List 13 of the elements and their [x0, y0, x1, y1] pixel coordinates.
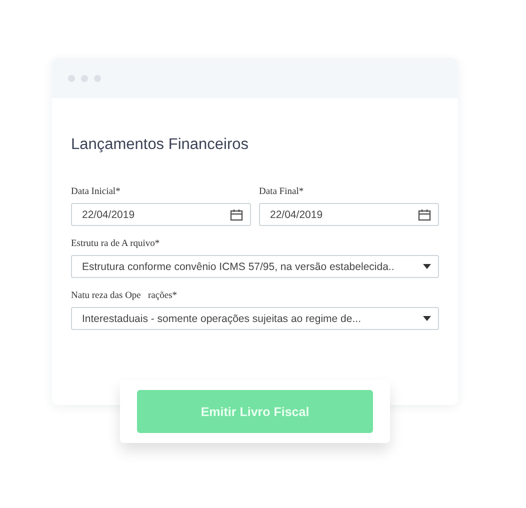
calendar-icon[interactable]: [418, 208, 431, 220]
date-field[interactable]: 22/04/2019: [71, 203, 251, 226]
caret-icon[interactable]: [423, 264, 431, 269]
select-field[interactable]: Interestaduais - somente operações sujeitas ao regime de...: [71, 307, 439, 330]
field-label: Data Final*: [259, 187, 304, 197]
date-field[interactable]: 22/04/2019: [259, 203, 439, 226]
select-field[interactable]: Estrutura conforme convênio ICMS 57/95, na versão estabelecida..: [71, 255, 439, 278]
calendar-icon[interactable]: [230, 208, 243, 220]
field-label: Natu reza das Ope rações*: [71, 291, 178, 301]
form-title: Lançamentos Financeiros: [71, 136, 250, 154]
caret-icon[interactable]: [423, 316, 431, 321]
field-label: Data Inicial*: [71, 187, 120, 197]
field-label: Estrutu ra de A rquivo*: [71, 239, 160, 249]
